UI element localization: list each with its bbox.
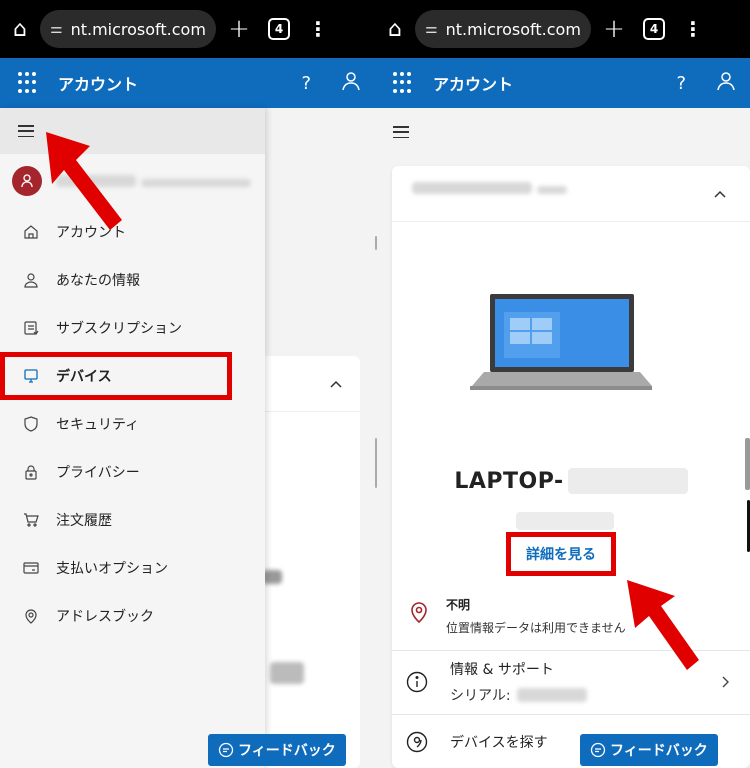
nav-label: デバイス [56, 369, 112, 385]
user-icon[interactable] [341, 71, 361, 95]
chevron-up-icon [330, 380, 342, 388]
shield-icon [20, 416, 42, 432]
left-screenshot: ⌂ ⚌ nt.microsoft.com + 4 ⋮ アカウント ? アカウント… [0, 0, 375, 768]
url-text: nt.microsoft.com [70, 19, 206, 39]
new-tab-button[interactable]: + [216, 14, 262, 44]
nav-item-payment-options[interactable]: 支払いオプション [0, 544, 265, 592]
nav-item-address-book[interactable]: アドレスブック [0, 592, 265, 640]
right-screenshot: ⌂ ⚌ nt.microsoft.com + 4 ⋮ アカウント ? LAPTO… [375, 0, 750, 768]
blurred-device-title [412, 182, 532, 194]
blurred-content [262, 570, 282, 584]
chevron-up-icon[interactable] [714, 190, 726, 198]
address-bar[interactable]: ⚌ nt.microsoft.com [415, 10, 591, 48]
home-icon[interactable]: ⌂ [0, 17, 40, 42]
device-name: LAPTOP- [392, 468, 750, 494]
url-text: nt.microsoft.com [445, 19, 581, 39]
subscription-icon [20, 320, 42, 336]
location-status: 不明 [446, 598, 471, 612]
app-header: アカウント ? [375, 58, 750, 108]
user-icon[interactable] [716, 71, 736, 95]
red-pointer-arrow [627, 580, 699, 670]
address-bar[interactable]: ⚌ nt.microsoft.com [40, 10, 216, 48]
chevron-right-icon [722, 676, 729, 687]
nav-item-order-history[interactable]: 注文履歴 [0, 496, 265, 544]
red-pointer-arrow [46, 132, 122, 230]
nav-label: アドレスブック [56, 609, 154, 625]
nav-label: あなたの情報 [56, 273, 140, 289]
scrollbar-thumb[interactable] [745, 438, 750, 490]
app-launcher-icon[interactable] [393, 72, 415, 94]
site-settings-icon[interactable]: ⚌ [50, 21, 63, 37]
info-icon [406, 671, 428, 692]
feedback-button[interactable]: フィードバック [580, 734, 718, 766]
location-icon [20, 608, 42, 624]
help-icon[interactable]: ? [676, 73, 686, 94]
cart-icon [20, 512, 42, 528]
nav-label: サブスクリプション [56, 321, 182, 337]
feedback-label: フィードバック [610, 743, 708, 759]
nav-label: セキュリティ [56, 417, 140, 433]
nav-label: 支払いオプション [56, 561, 168, 577]
find-device-icon [406, 731, 428, 752]
scrollbar-marker [375, 236, 377, 250]
scrollbar-marker [375, 438, 377, 488]
location-description: 位置情報データは利用できません [446, 621, 626, 635]
nav-item-security[interactable]: セキュリティ [0, 400, 265, 448]
serial-label: シリアル: [450, 687, 511, 704]
chat-icon [218, 742, 234, 758]
card-icon [20, 560, 42, 576]
app-title[interactable]: アカウント [433, 71, 513, 95]
nav-label: 注文履歴 [56, 513, 112, 529]
app-header: アカウント ? [0, 58, 375, 108]
person-icon [20, 272, 42, 288]
nav-label: プライバシー [56, 465, 140, 481]
tab-count-button[interactable]: 4 [643, 18, 665, 40]
device-card: LAPTOP- 詳細を見る 不明 位置情報データは利用できません 情報 & サポ… [392, 166, 750, 768]
view-details-link[interactable]: 詳細を見る [506, 532, 616, 576]
hamburger-icon[interactable] [18, 125, 34, 137]
help-icon[interactable]: ? [301, 73, 311, 94]
app-title[interactable]: アカウント [58, 71, 138, 95]
nav-item-your-info[interactable]: あなたの情報 [0, 256, 265, 304]
device-card-header[interactable] [392, 166, 750, 222]
feedback-label: フィードバック [238, 743, 336, 759]
find-device-label: デバイスを探す [450, 734, 548, 751]
nav-item-subscriptions[interactable]: サブスクリプション [0, 304, 265, 352]
app-launcher-icon[interactable] [18, 72, 40, 94]
blurred-device-subtitle [537, 186, 568, 194]
more-menu-icon[interactable]: ⋮ [308, 17, 328, 41]
browser-toolbar: ⌂ ⚌ nt.microsoft.com + 4 ⋮ [375, 0, 750, 58]
nav-item-devices[interactable]: デバイス [0, 352, 232, 400]
browser-toolbar: ⌂ ⚌ nt.microsoft.com + 4 ⋮ [0, 0, 375, 58]
blurred-device-suffix [567, 468, 688, 494]
site-settings-icon[interactable]: ⚌ [425, 21, 438, 37]
nav-item-privacy[interactable]: プライバシー [0, 448, 265, 496]
lock-icon [20, 464, 42, 480]
page-menu-row [375, 108, 750, 156]
tab-count-button[interactable]: 4 [268, 18, 290, 40]
home-icon[interactable]: ⌂ [375, 17, 415, 42]
blurred-device-model [516, 512, 614, 530]
laptop-illustration [470, 288, 652, 394]
blurred-user-email [141, 178, 252, 187]
blurred-serial [516, 687, 587, 702]
feedback-button[interactable]: フィードバック [208, 734, 346, 766]
location-pin-icon [411, 602, 427, 624]
blurred-content [270, 662, 304, 684]
chat-icon [590, 742, 606, 758]
info-support-title: 情報 & サポート [450, 661, 554, 678]
hamburger-icon[interactable] [393, 126, 409, 138]
background-device-card [262, 356, 360, 768]
more-menu-icon[interactable]: ⋮ [683, 17, 703, 41]
new-tab-button[interactable]: + [591, 14, 637, 44]
laptop-icon [20, 368, 42, 384]
